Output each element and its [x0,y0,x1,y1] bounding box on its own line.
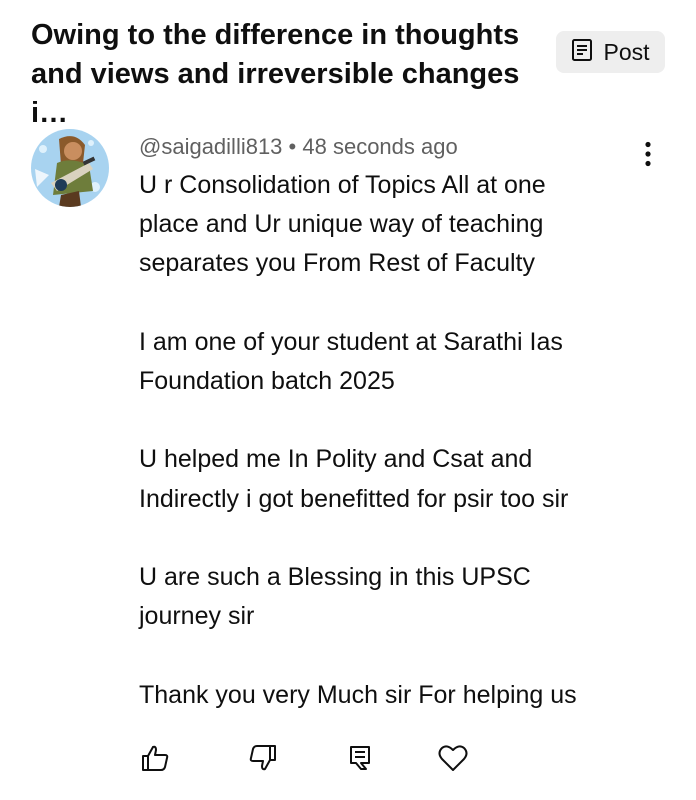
post-button[interactable]: Post [556,31,665,73]
thumbs-down-icon [248,743,278,778]
comment-text: U r Consolidation of Topics All at one p… [139,171,577,709]
like-button[interactable] [137,740,173,780]
header: Owing to the difference in thoughts and … [0,0,696,129]
reply-button[interactable] [342,740,378,780]
dislike-button[interactable] [245,740,281,780]
heart-icon [438,744,468,777]
comment-meta: @saigadilli813 • 48 seconds ago [139,134,458,160]
meta-separator: • [288,134,297,159]
post-icon [571,38,593,67]
thumbs-up-icon [140,743,170,778]
heart-button[interactable] [435,740,471,780]
comment-author[interactable]: @saigadilli813 [139,134,282,159]
post-button-label: Post [603,38,650,65]
avatar[interactable] [31,129,109,207]
comment-actions [0,740,696,780]
video-title[interactable]: Owing to the difference in thoughts and … [31,16,541,133]
comment-timestamp: 48 seconds ago [302,134,458,159]
reply-icon [347,743,373,778]
